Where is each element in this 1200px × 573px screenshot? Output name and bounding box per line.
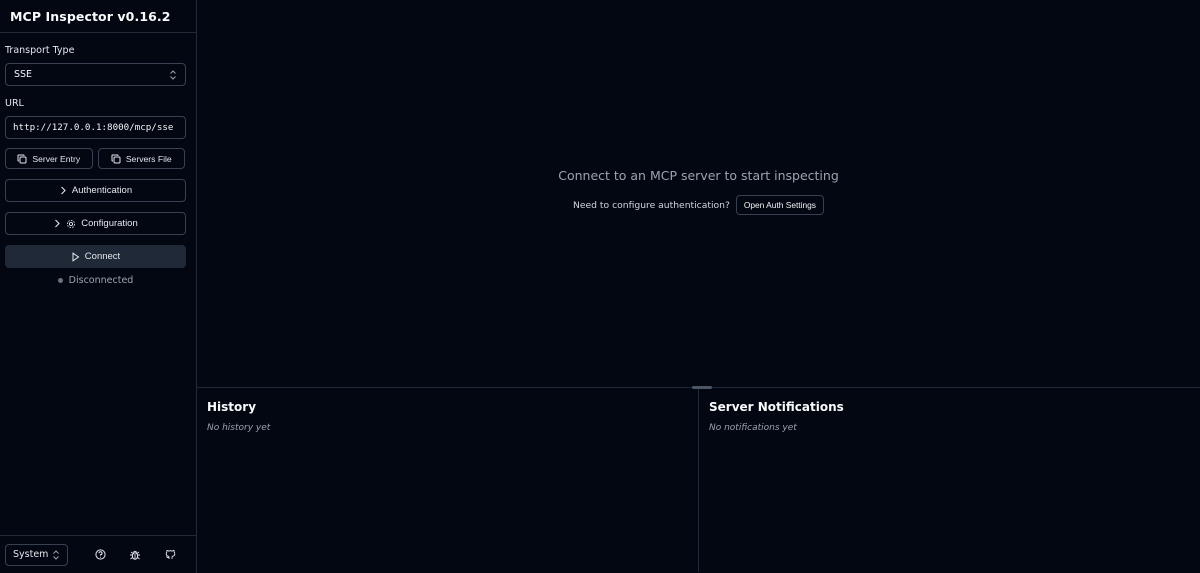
server-entry-label: Server Entry bbox=[32, 153, 81, 164]
github-icon[interactable] bbox=[163, 548, 177, 562]
history-panel: History No history yet bbox=[197, 388, 699, 572]
url-label: URL bbox=[5, 98, 24, 109]
chevrons-up-down-icon bbox=[52, 549, 60, 560]
resize-handle[interactable] bbox=[692, 386, 712, 389]
transport-type-label: Transport Type bbox=[5, 45, 75, 56]
auth-prompt-row: Need to configure authentication? Open A… bbox=[197, 195, 1200, 215]
sidebar-header: MCP Inspector v0.16.2 bbox=[0, 0, 196, 33]
url-input[interactable]: http://127.0.0.1:8000/mcp/sse bbox=[5, 116, 186, 139]
history-title: History bbox=[207, 400, 257, 414]
sidebar: MCP Inspector v0.16.2 Transport Type SSE… bbox=[0, 0, 197, 573]
open-auth-settings-button[interactable]: Open Auth Settings bbox=[735, 195, 824, 215]
help-circle-icon[interactable] bbox=[93, 548, 107, 562]
authentication-label: Authentication bbox=[71, 185, 133, 196]
sidebar-footer: System bbox=[0, 535, 196, 573]
history-empty-text: No history yet bbox=[207, 423, 271, 433]
connection-status: Disconnected bbox=[5, 275, 186, 286]
sidebar-body: Transport Type SSE URL http://127.0.0.1:… bbox=[0, 45, 196, 286]
configuration-label: Configuration bbox=[81, 218, 138, 229]
copy-icon bbox=[111, 154, 121, 164]
status-dot bbox=[57, 278, 63, 283]
app-title: MCP Inspector v0.16.2 bbox=[10, 8, 171, 24]
connect-button[interactable]: Connect bbox=[5, 245, 186, 268]
chevrons-up-down-icon bbox=[169, 69, 177, 80]
bottom-panels: History No history yet Server Notificati… bbox=[197, 388, 1200, 572]
transport-type-select[interactable]: SSE bbox=[5, 63, 186, 86]
play-icon bbox=[71, 251, 80, 262]
inspector-panel: Connect to an MCP server to start inspec… bbox=[197, 0, 1200, 388]
notifications-title: Server Notifications bbox=[709, 400, 844, 414]
authentication-toggle-button[interactable]: Authentication bbox=[5, 179, 186, 202]
chevron-right-icon bbox=[53, 219, 61, 228]
bug-icon[interactable] bbox=[128, 548, 142, 562]
status-text: Disconnected bbox=[68, 275, 134, 286]
url-value: http://127.0.0.1:8000/mcp/sse bbox=[13, 122, 174, 133]
auth-question: Need to configure authentication? bbox=[573, 199, 730, 211]
servers-file-label: Servers File bbox=[125, 153, 172, 164]
connect-message: Connect to an MCP server to start inspec… bbox=[558, 168, 839, 183]
chevron-right-icon bbox=[59, 186, 67, 195]
transport-type-value: SSE bbox=[14, 69, 33, 80]
theme-value: System bbox=[13, 549, 49, 560]
notifications-empty-text: No notifications yet bbox=[709, 423, 797, 433]
configuration-toggle-button[interactable]: Configuration bbox=[5, 212, 186, 235]
config-export-buttons: Server Entry Servers File bbox=[5, 148, 185, 169]
main-content: Connect to an MCP server to start inspec… bbox=[197, 0, 1200, 573]
connect-label: Connect bbox=[84, 251, 121, 262]
notifications-panel: Server Notifications No notifications ye… bbox=[699, 388, 1200, 572]
theme-select[interactable]: System bbox=[5, 543, 68, 566]
copy-icon bbox=[17, 154, 27, 164]
server-entry-button[interactable]: Server Entry bbox=[5, 148, 93, 169]
gear-icon bbox=[66, 219, 76, 229]
servers-file-button[interactable]: Servers File bbox=[97, 148, 185, 169]
app-window: MCP Inspector v0.16.2 Transport Type SSE… bbox=[0, 0, 1200, 573]
